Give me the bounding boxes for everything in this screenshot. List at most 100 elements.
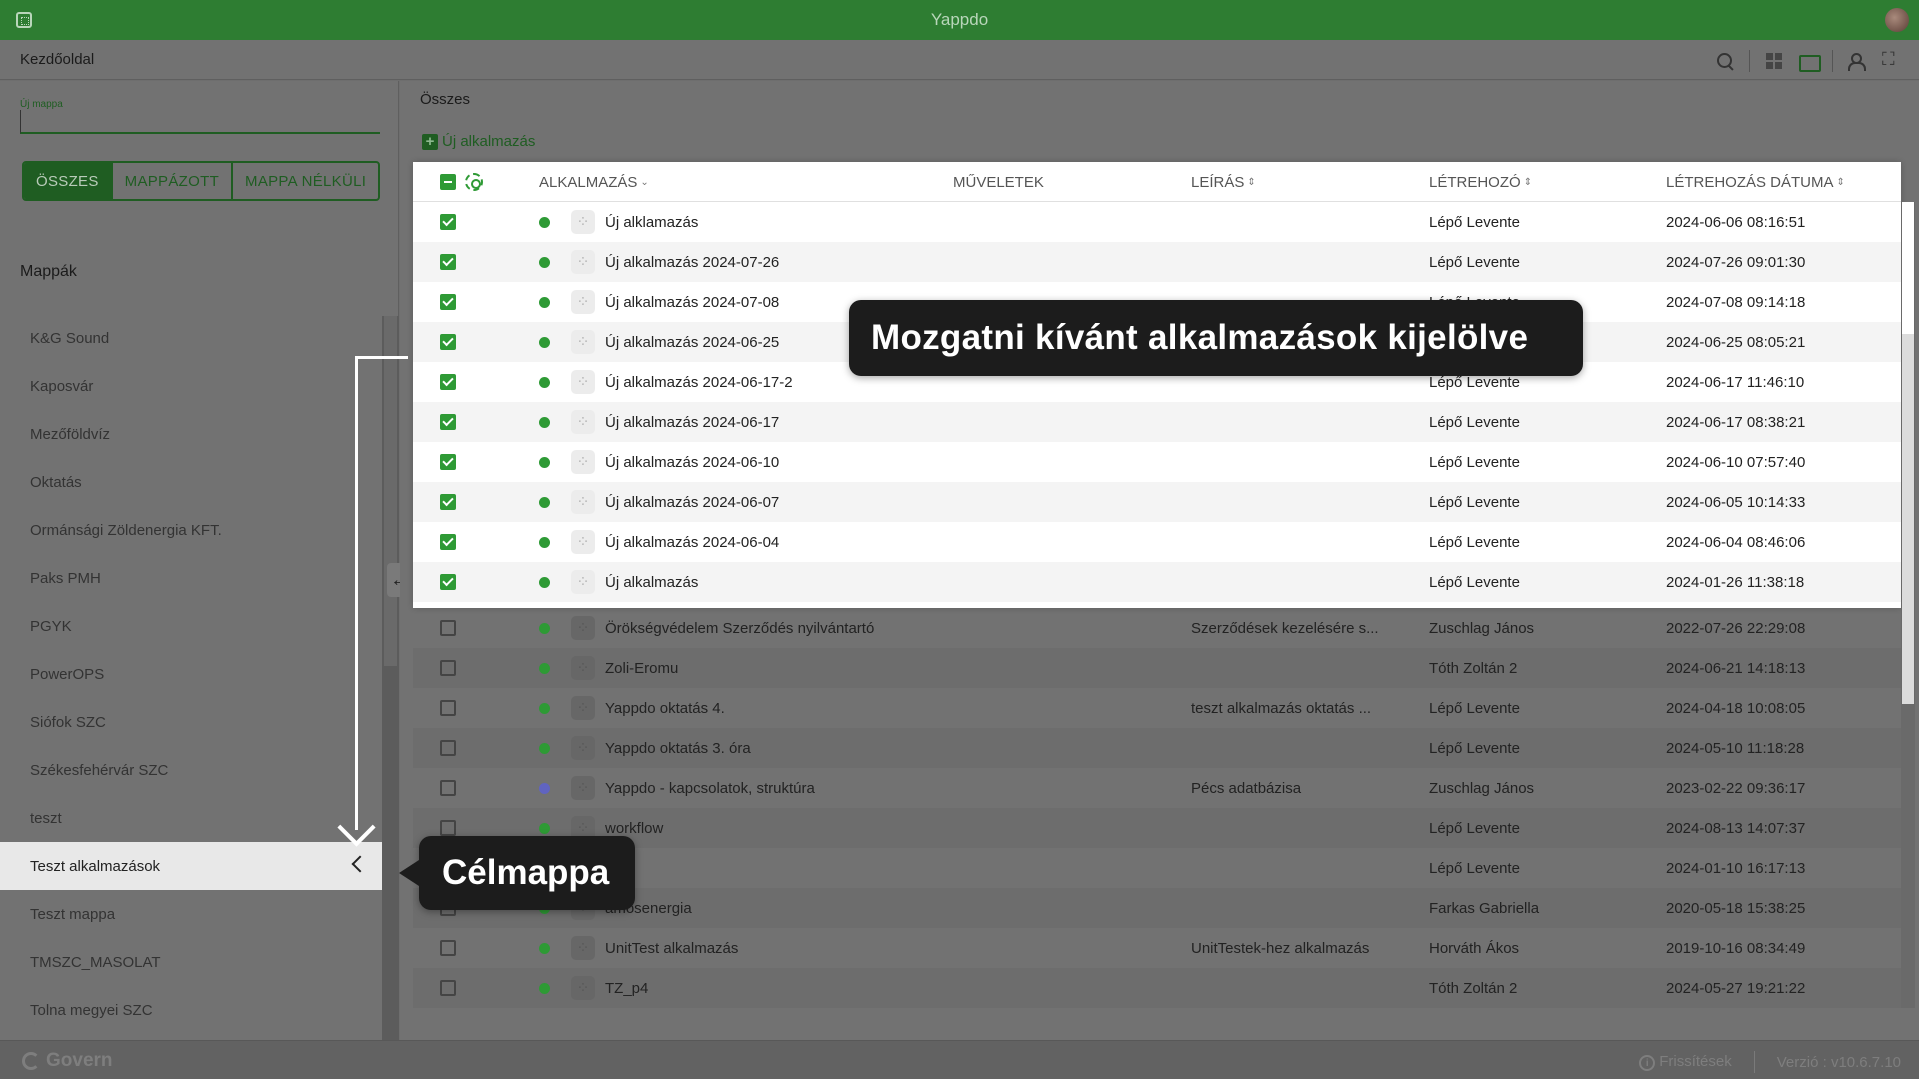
folder-item[interactable]: teszt — [0, 794, 382, 842]
app-name[interactable]: Zoli-Eromu — [605, 648, 678, 688]
home-link[interactable]: Kezdőoldal — [20, 51, 94, 68]
folder-item[interactable]: Paks PMH — [0, 554, 382, 602]
user-avatar[interactable] — [1885, 8, 1909, 32]
table-row[interactable]: esztLépő Levente2024-01-10 16:17:13 — [413, 848, 1901, 888]
row-checkbox[interactable] — [440, 294, 456, 310]
table-row[interactable]: Örökségvédelem Szerződés nyilvántartó Sze… — [413, 608, 1901, 648]
app-name[interactable]: Örökségvédelem Szerződés nyilvántartó — [605, 608, 874, 648]
table-row[interactable]: Yappdo oktatás 3. óra Lépő Levente 2024-05… — [413, 728, 1901, 768]
app-name[interactable]: TZ_p4 — [605, 968, 648, 1008]
table-row[interactable]: Új alkalmazás 2024-06-10 Lépő Levente 2024… — [413, 442, 1901, 482]
col-header-creator[interactable]: LÉTREHOZÓ ⇕ — [1429, 162, 1532, 202]
updates-link[interactable]: i Frissítések — [1639, 1053, 1732, 1072]
app-icon — [571, 736, 595, 760]
app-icon — [571, 210, 595, 234]
folder-item[interactable]: PGYK — [0, 602, 382, 650]
users-icon[interactable] — [1847, 51, 1867, 71]
folder-item[interactable]: Kaposvár — [0, 362, 382, 410]
table-row[interactable]: workflowLépő Levente2024-08-13 14:07:37 — [413, 808, 1901, 848]
row-checkbox[interactable] — [440, 254, 456, 270]
folder-item[interactable]: Siófok SZC — [0, 698, 382, 746]
row-checkbox[interactable] — [440, 454, 456, 470]
folder-item[interactable]: TMSZC_MASOLAT — [0, 938, 382, 986]
row-checkbox[interactable] — [440, 534, 456, 550]
app-name[interactable]: Yappdo oktatás 4. — [605, 688, 725, 728]
breadcrumb: Összes — [420, 91, 471, 108]
folder-item[interactable]: Tolna megyei SZC — [0, 986, 382, 1034]
row-checkbox[interactable] — [440, 940, 456, 956]
app-name[interactable]: Új alkalmazás — [605, 562, 698, 602]
row-checkbox[interactable] — [440, 820, 456, 836]
folder-item[interactable]: Mezőföldvíz — [0, 410, 382, 458]
app-name[interactable]: Új alkalmazás 2024-06-10 — [605, 442, 779, 482]
window-title: Yappdo — [930, 10, 989, 29]
folder-item[interactable]: Teszt mappa — [0, 890, 382, 938]
app-created-date: 2024-01-10 16:17:13 — [1666, 859, 1806, 877]
folder-view-icon[interactable] — [1798, 51, 1821, 72]
sidebar-scrollbar[interactable] — [382, 316, 399, 1040]
row-checkbox[interactable] — [440, 660, 456, 676]
table-row[interactable]: Új alkalmazás 2024-06-17 Lépő Levente 2024… — [413, 402, 1901, 442]
new-folder-input[interactable] — [20, 110, 380, 134]
app-name[interactable]: Új alkalmazás 2024-06-07 — [605, 482, 779, 522]
table-row[interactable]: Új alkalmazás Lépő Levente 2024-01-26 11:3… — [413, 562, 1901, 602]
status-dot-icon — [539, 376, 550, 388]
new-app-button[interactable]: + Új alkalmazás — [422, 133, 535, 150]
app-name[interactable]: Új alkalmazás 2024-06-17 — [605, 402, 779, 442]
app-icon — [571, 250, 595, 274]
row-checkbox[interactable] — [440, 980, 456, 996]
header-toolbar — [1715, 49, 1901, 72]
row-checkbox[interactable] — [440, 494, 456, 510]
app-name[interactable]: Új alkalmazás 2024-06-04 — [605, 522, 779, 562]
row-checkbox[interactable] — [440, 620, 456, 636]
table-row[interactable]: Yappdo - kapcsolatok, struktúra Pécs adat… — [413, 768, 1901, 808]
filter-unfoldered-button[interactable]: MAPPA NÉLKÜLI — [233, 163, 378, 199]
table-row[interactable]: Új alkalmazás 2024-06-04 Lépő Levente 2024… — [413, 522, 1901, 562]
app-name[interactable]: Yappdo oktatás 3. óra — [605, 728, 751, 768]
selected-rows-highlight: ALKALMAZÁS ⌄ MŰVELETEK LEÍRÁS ⇕ LÉTREHOZÓ ⇕… — [413, 162, 1901, 608]
grid-view-icon[interactable] — [1764, 51, 1784, 71]
table-row[interactable]: Zoli-Eromu Tóth Zoltán 2 2024-06-21 14:18:… — [413, 648, 1901, 688]
row-checkbox[interactable] — [440, 214, 456, 230]
app-name[interactable]: Új alkalmazás 2024-06-25 — [605, 322, 779, 362]
folder-item[interactable]: PowerOPS — [0, 650, 382, 698]
col-header-app[interactable]: ALKALMAZÁS ⌄ — [539, 162, 649, 202]
app-menu-icon[interactable] — [16, 12, 32, 28]
network-icon[interactable] — [1881, 49, 1901, 71]
table-row[interactable]: Új alklamazás Lépő Levente 2024-06-06 08:1… — [413, 202, 1901, 242]
folder-item[interactable]: Oktatás — [0, 458, 382, 506]
app-name[interactable]: Új alkalmazás 2024-07-26 — [605, 242, 779, 282]
row-checkbox[interactable] — [440, 780, 456, 796]
row-checkbox[interactable] — [440, 700, 456, 716]
scrollbar-thumb[interactable] — [384, 316, 397, 666]
table-scrollbar[interactable] — [1901, 202, 1915, 1008]
folder-item[interactable]: K&G Sound — [0, 314, 382, 362]
gear-icon[interactable] — [465, 173, 483, 191]
app-name[interactable]: Új alkalmazás 2024-06-17-2 — [605, 362, 793, 402]
folder-item-target[interactable]: Teszt alkalmazások — [0, 842, 382, 890]
app-name[interactable]: Új alkalmazás 2024-07-08 — [605, 282, 779, 322]
select-all-checkbox[interactable] — [440, 174, 456, 190]
col-header-date[interactable]: LÉTREHOZÁS DÁTUMA ⇕ — [1666, 162, 1845, 202]
folder-item[interactable]: Ormánsági Zöldenergia KFT. — [0, 506, 382, 554]
col-header-desc[interactable]: LEÍRÁS ⇕ — [1191, 162, 1256, 202]
table-row[interactable]: TZ_p4 Tóth Zoltán 2 2024-05-27 19:21:22 — [413, 968, 1901, 1008]
table-row[interactable]: Yappdo oktatás 4. teszt alkalmazás oktatá… — [413, 688, 1901, 728]
filter-foldered-button[interactable]: MAPPÁZOTT — [113, 163, 234, 199]
row-checkbox[interactable] — [440, 334, 456, 350]
table-row[interactable]: Új alkalmazás 2024-06-07 Lépő Levente 2024… — [413, 482, 1901, 522]
row-checkbox[interactable] — [440, 414, 456, 430]
app-name[interactable]: UnitTest alkalmazás — [605, 928, 738, 968]
row-checkbox[interactable] — [440, 574, 456, 590]
filter-all-button[interactable]: ÖSSZES — [24, 163, 113, 199]
app-name[interactable]: Új alklamazás — [605, 202, 698, 242]
table-row[interactable]: amosenergiaFarkas Gabriella2020-05-18 15… — [413, 888, 1901, 928]
folder-item[interactable]: Székesfehérvár SZC — [0, 746, 382, 794]
app-name[interactable]: Yappdo - kapcsolatok, struktúra — [605, 768, 815, 808]
table-row[interactable]: Új alkalmazás 2024-07-26 Lépő Levente 2024… — [413, 242, 1901, 282]
table-row[interactable]: UnitTest alkalmazás UnitTestek-hez alkalm… — [413, 928, 1901, 968]
row-checkbox[interactable] — [440, 374, 456, 390]
search-icon[interactable] — [1715, 51, 1735, 71]
scrollbar-thumb[interactable] — [1902, 334, 1914, 704]
row-checkbox[interactable] — [440, 740, 456, 756]
